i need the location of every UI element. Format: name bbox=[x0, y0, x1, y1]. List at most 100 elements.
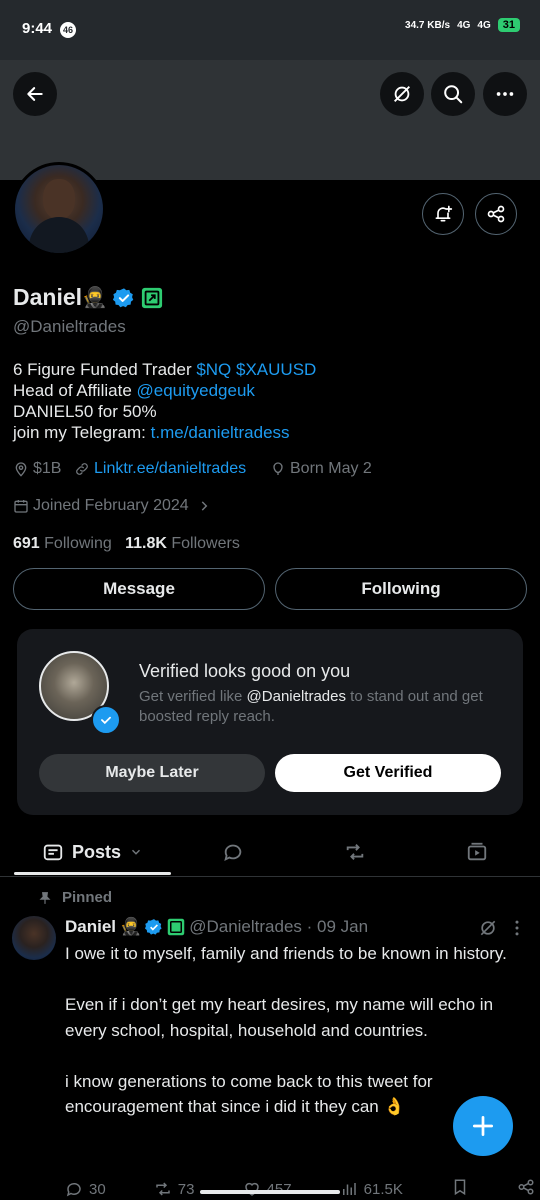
reply-action[interactable]: 30 bbox=[65, 1178, 106, 1200]
bell-plus-icon bbox=[435, 205, 453, 222]
check-icon bbox=[101, 716, 111, 725]
status-bar: 9:44 46 34.7 KB/s 4G 4G 31 bbox=[0, 0, 540, 60]
like-count: 457 bbox=[266, 1180, 292, 1198]
repost-icon bbox=[156, 1182, 170, 1196]
joined-text: Joined February 2024 bbox=[33, 497, 189, 514]
tab-posts-label: Posts bbox=[71, 841, 122, 862]
posts-icon bbox=[43, 844, 63, 861]
share-action[interactable] bbox=[517, 1178, 535, 1200]
profile-tabs: Posts bbox=[0, 830, 540, 876]
message-button[interactable]: Message bbox=[13, 568, 265, 610]
back-arrow-icon bbox=[27, 87, 43, 101]
share-icon bbox=[518, 1179, 534, 1195]
chevron-down-icon bbox=[132, 849, 141, 855]
profile-name: Daniel 🥷 bbox=[13, 284, 163, 311]
video-icon bbox=[467, 842, 487, 861]
verify-card-title: Verified looks good on you bbox=[139, 661, 351, 681]
tabs-divider bbox=[0, 876, 540, 877]
pinned-label: Pinned bbox=[38, 889, 112, 906]
mention-link[interactable]: @equityedgeuk bbox=[137, 381, 255, 400]
compose-post-button[interactable] bbox=[453, 1096, 513, 1156]
birthday: Born May 2 bbox=[270, 460, 372, 478]
views-count: 61.5K bbox=[363, 1180, 403, 1198]
profile-handle: @Danieltrades bbox=[13, 317, 126, 336]
chevron-right-icon bbox=[201, 501, 208, 511]
location-pin-icon bbox=[15, 462, 27, 477]
grok-button[interactable] bbox=[380, 72, 424, 116]
followers-stat[interactable]: 11.8K Followers bbox=[125, 535, 240, 552]
more-icon bbox=[496, 92, 514, 96]
following-button[interactable]: Following bbox=[275, 568, 527, 610]
repost-action[interactable]: 73 bbox=[154, 1178, 194, 1200]
cashtag-link[interactable]: $NQ $XAUUSD bbox=[196, 360, 316, 379]
get-verified-button[interactable]: Get Verified bbox=[275, 754, 501, 792]
status-icons: 34.7 KB/s 4G 4G 31 bbox=[405, 18, 520, 32]
tab-media[interactable] bbox=[434, 830, 520, 874]
share-profile-button[interactable] bbox=[475, 193, 517, 235]
website[interactable]: Linktr.ee/danieltrades bbox=[74, 460, 246, 478]
affiliate-badge-icon bbox=[141, 287, 163, 308]
telegram-link[interactable]: t.me/danieltradess bbox=[151, 423, 290, 442]
signal-4g-1: 4G bbox=[457, 19, 471, 31]
joined-date[interactable]: Joined February 2024 bbox=[13, 497, 211, 515]
bio-line: DANIEL50 for 50% bbox=[13, 402, 157, 421]
following-stat[interactable]: 691 Following bbox=[13, 535, 112, 552]
verify-upsell-card: Verified looks good on you Get verified … bbox=[17, 629, 523, 815]
bookmark-action[interactable] bbox=[451, 1178, 469, 1200]
share-icon bbox=[487, 205, 505, 223]
bio-line: join my Telegram: t.me/danieltradess bbox=[13, 423, 290, 442]
repost-icon bbox=[346, 844, 364, 860]
post-author-emoji: 🥷 bbox=[120, 917, 142, 936]
profile-avatar[interactable] bbox=[12, 162, 106, 256]
active-tab-indicator bbox=[14, 872, 171, 875]
reply-icon bbox=[66, 1182, 81, 1197]
like-action[interactable]: 457 bbox=[243, 1178, 292, 1200]
maybe-later-button[interactable]: Maybe Later bbox=[39, 754, 265, 792]
grok-icon bbox=[394, 86, 410, 102]
birthday-text: Born May 2 bbox=[290, 460, 372, 477]
post-more-button[interactable] bbox=[510, 918, 524, 943]
post-grok-button[interactable] bbox=[478, 918, 498, 943]
network-speed: 34.7 KB/s bbox=[405, 19, 451, 31]
subscribe-notifications-button[interactable] bbox=[422, 193, 464, 235]
views-icon bbox=[342, 1183, 356, 1195]
website-link[interactable]: Linktr.ee/danieltrades bbox=[94, 460, 246, 478]
post-author-avatar[interactable] bbox=[12, 916, 56, 960]
plus-icon bbox=[472, 1115, 494, 1137]
views-action[interactable]: 61.5K bbox=[340, 1178, 403, 1200]
pin-icon bbox=[39, 891, 51, 904]
post-author-name[interactable]: Daniel bbox=[65, 917, 116, 937]
reply-count: 30 bbox=[89, 1180, 106, 1198]
bio-line: Head of Affiliate @equityedgeuk bbox=[13, 381, 255, 400]
home-indicator[interactable] bbox=[200, 1190, 340, 1194]
link-icon bbox=[76, 463, 88, 475]
profile-name-text: Daniel bbox=[13, 284, 83, 310]
affiliate-badge-icon bbox=[167, 918, 185, 936]
battery-level: 31 bbox=[497, 18, 520, 32]
heart-icon bbox=[244, 1182, 259, 1196]
bio-line: 6 Figure Funded Trader $NQ $XAUUSD bbox=[13, 360, 317, 379]
calendar-icon bbox=[14, 500, 28, 513]
tab-reposts[interactable] bbox=[312, 830, 398, 874]
post-handle-date: @Danieltrades · 09 Jan bbox=[189, 917, 369, 936]
balloon-icon bbox=[273, 462, 283, 475]
search-button[interactable] bbox=[431, 72, 475, 116]
notification-count-badge: 46 bbox=[60, 22, 76, 38]
profile-bio: 6 Figure Funded Trader $NQ $XAUUSD Head … bbox=[13, 359, 316, 443]
tab-posts[interactable]: Posts bbox=[14, 830, 171, 874]
more-options-button[interactable] bbox=[483, 72, 527, 116]
tab-replies[interactable] bbox=[190, 830, 276, 874]
post-header: Daniel 🥷 @Danieltrades · 09 Jan bbox=[65, 917, 368, 937]
back-button[interactable] bbox=[13, 72, 57, 116]
location-text: $1B bbox=[33, 460, 62, 477]
bookmark-icon bbox=[454, 1179, 466, 1196]
grok-icon bbox=[480, 920, 496, 936]
verified-badge-icon bbox=[145, 919, 162, 935]
location: $1B bbox=[13, 460, 61, 478]
more-vertical-icon bbox=[515, 920, 519, 936]
post-actions: 30 73 457 61.5K bbox=[65, 1178, 535, 1200]
verified-badge-icon bbox=[112, 287, 134, 307]
signal-4g-2: 4G bbox=[477, 19, 491, 31]
ninja-emoji: 🥷 bbox=[82, 287, 107, 309]
post-text: I owe it to myself, family and friends t… bbox=[65, 944, 507, 1116]
